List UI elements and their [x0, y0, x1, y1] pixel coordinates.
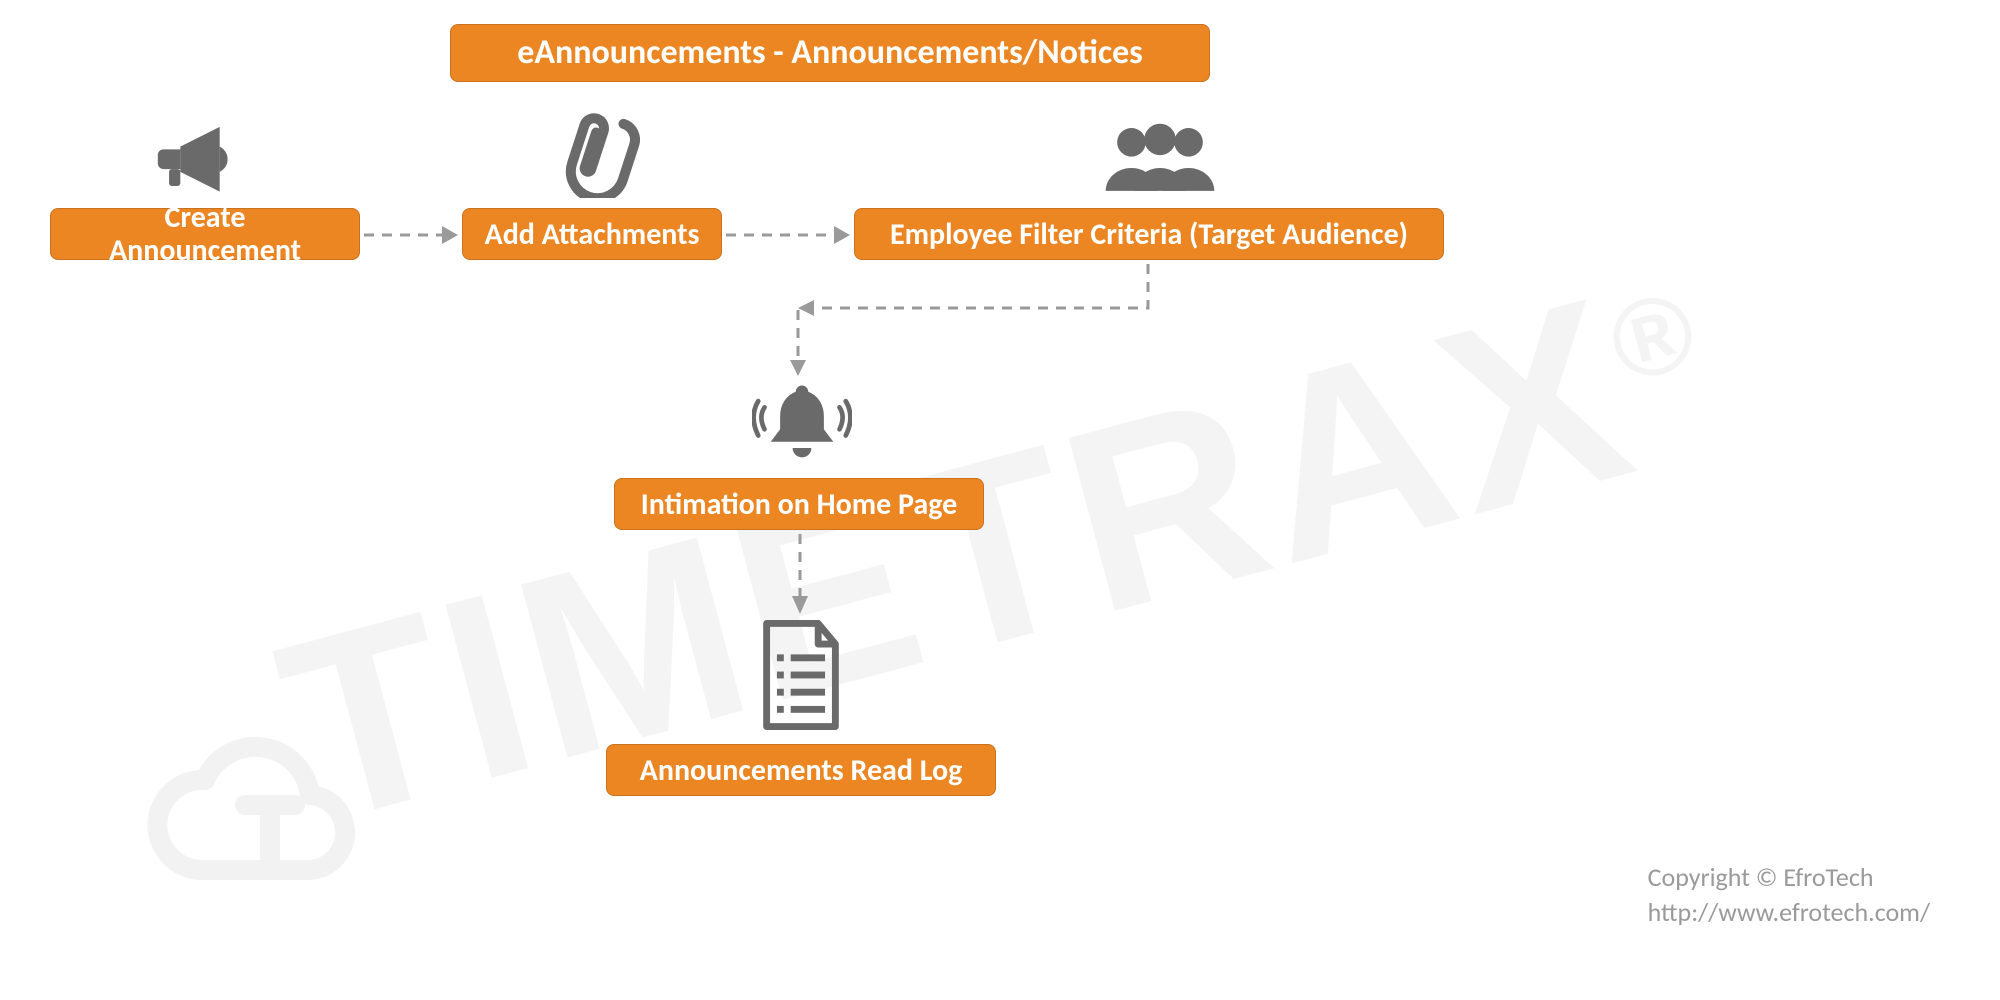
watermark-registered: ®	[1598, 266, 1714, 407]
megaphone-icon	[155, 115, 245, 200]
node-add-attachments: Add Attachments	[462, 208, 722, 260]
arrow-intimation-to-readlog	[783, 530, 817, 616]
node-attach-label: Add Attachments	[485, 218, 700, 251]
list-document-icon	[756, 620, 846, 735]
arrow-attach-to-filter	[722, 218, 852, 252]
bell-icon	[752, 378, 852, 473]
watermark-logo-icon	[120, 720, 380, 920]
footer-url: http://www.efrotech.com/	[1648, 895, 1930, 930]
node-readlog-label: Announcements Read Log	[640, 754, 963, 787]
footer-copyright: Copyright © EfroTech	[1648, 860, 1930, 895]
diagram-title-text: eAnnouncements - Announcements/Notices	[517, 34, 1143, 71]
users-icon	[1100, 118, 1220, 203]
node-create-announcement: Create Announcement	[50, 208, 360, 260]
node-create-label: Create Announcement	[69, 201, 341, 267]
arrow-create-to-attach	[360, 218, 460, 252]
node-read-log: Announcements Read Log	[606, 744, 996, 796]
node-employee-filter: Employee Filter Criteria (Target Audienc…	[854, 208, 1444, 260]
paperclip-icon	[560, 108, 640, 203]
footer: Copyright © EfroTech http://www.efrotech…	[1648, 860, 1930, 930]
node-intimation-label: Intimation on Home Page	[641, 488, 957, 521]
diagram-title: eAnnouncements - Announcements/Notices	[450, 24, 1210, 82]
watermark: TIMETRAX®	[254, 216, 1745, 884]
arrow-filter-to-intimation	[768, 260, 1188, 380]
node-intimation-home: Intimation on Home Page	[614, 478, 984, 530]
node-filter-label: Employee Filter Criteria (Target Audienc…	[890, 218, 1408, 251]
